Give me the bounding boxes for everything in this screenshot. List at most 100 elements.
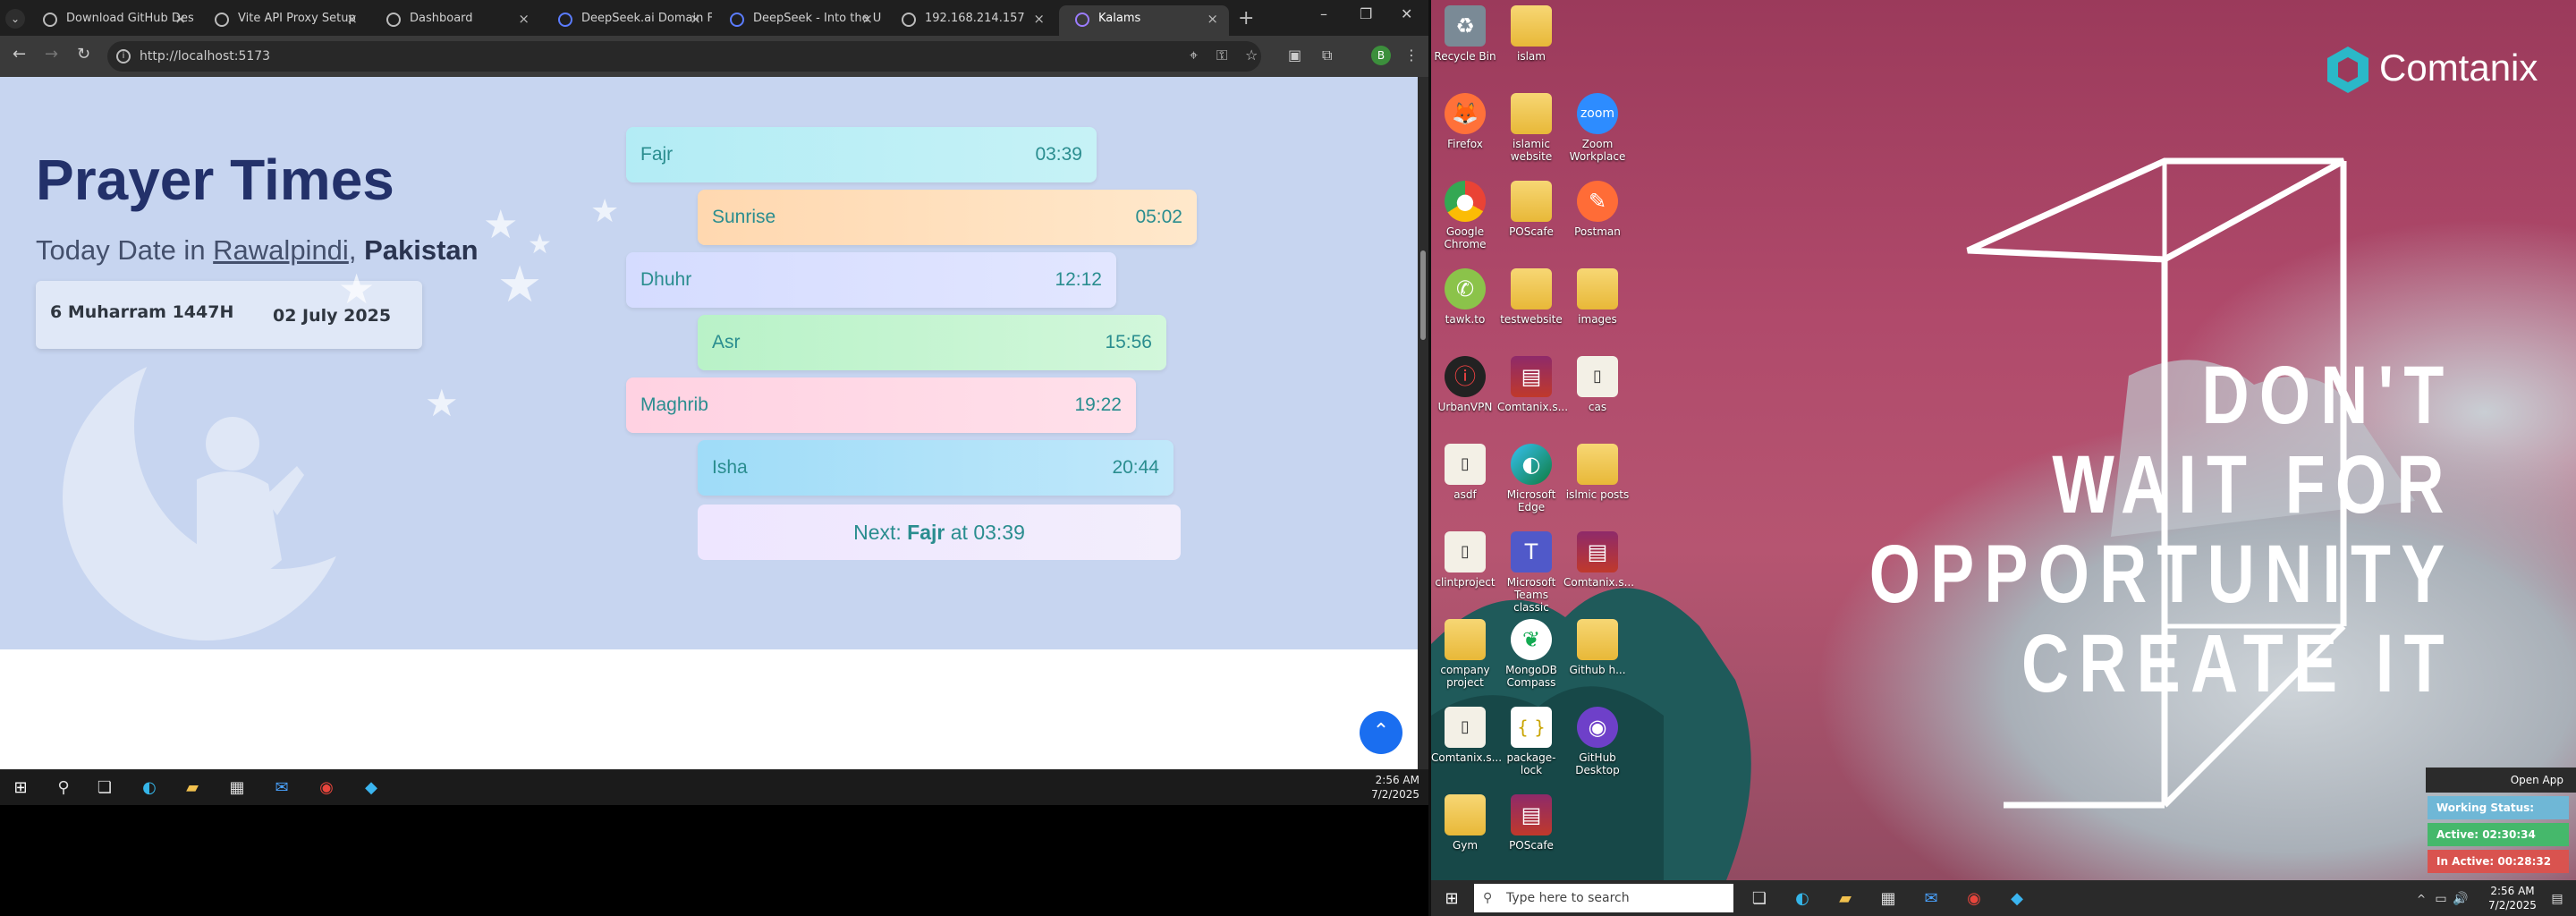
desktop-icon-tawkto[interactable]: ✆ tawk.to (1431, 268, 1499, 326)
toolbar: ← → ↻ i http://localhost:5173 ⌖ ⚿ ☆ ▣ ⧉ … (0, 36, 1428, 77)
search-icon[interactable]: ⚲ (54, 778, 73, 798)
desktop-icon-islmic-posts[interactable]: islmic posts (1563, 444, 1631, 501)
scrollbar-thumb[interactable] (1420, 250, 1426, 340)
close-tab-icon[interactable]: × (174, 5, 186, 32)
close-window-icon[interactable]: ✕ (1401, 5, 1412, 22)
task-view-icon[interactable]: ❏ (95, 778, 114, 798)
notifications-icon[interactable]: ▤ (2547, 889, 2567, 909)
vscode-icon[interactable]: ◆ (361, 778, 381, 798)
desktop-icon-zoom[interactable]: zoom Zoom Workplace (1563, 93, 1631, 163)
icon-label: cas (1588, 401, 1607, 413)
windows-start-icon[interactable]: ⊞ (1442, 889, 1462, 909)
tab-deepseek-domain[interactable]: DeepSeek.ai Domain F × (542, 5, 712, 32)
taskbar-clock[interactable]: 2:56 AM 7/2/2025 (1371, 773, 1419, 802)
desktop-icon-comtanix-archive-2[interactable]: ▤ Comtanix.s... (1563, 531, 1634, 589)
task-view-icon[interactable]: ❏ (1750, 889, 1769, 909)
bookmark-star-icon[interactable]: ☆ (1245, 47, 1258, 64)
new-tab-button[interactable]: + (1238, 7, 1254, 30)
file-explorer-icon[interactable]: ▰ (1835, 889, 1855, 909)
prayer-time: 05:02 (1135, 207, 1182, 227)
desktop-icon-github-desktop[interactable]: ◉ GitHub Desktop (1563, 707, 1631, 776)
tab-search-button[interactable]: ⌄ (5, 9, 25, 29)
icon-label: GitHub Desktop (1575, 751, 1620, 776)
vscode-icon[interactable]: ◆ (2007, 889, 2027, 909)
reload-icon[interactable]: ↻ (77, 45, 90, 64)
desktop-icon-package-lock[interactable]: { } package-lock (1497, 707, 1565, 776)
desktop-icon-urbanvpn[interactable]: ⓘ UrbanVPN (1431, 356, 1499, 413)
store-icon[interactable]: ▦ (1878, 889, 1898, 909)
folder-icon (1577, 444, 1618, 485)
minimize-icon[interactable]: – (1320, 5, 1327, 22)
city-link[interactable]: Rawalpindi (213, 234, 349, 266)
desktop-icon-comtanix-file[interactable]: ▯ Comtanix.s... (1431, 707, 1502, 764)
tab-deepseek[interactable]: DeepSeek - Into the U × (714, 5, 884, 32)
taskbar-clock[interactable]: 2:56 AM 7/2/2025 (2487, 884, 2538, 912)
next-mid: at (945, 521, 974, 544)
desktop-icon-cas[interactable]: ▯ cas (1563, 356, 1631, 413)
extension-icon[interactable]: ▣ (1288, 47, 1301, 64)
clock-time: 2:56 AM (2490, 885, 2535, 897)
desktop-icon-recycle-bin[interactable]: ♻ Recycle Bin (1431, 5, 1499, 63)
location-icon[interactable]: ⌖ (1190, 47, 1198, 64)
chrome-icon[interactable]: ◉ (1964, 889, 1984, 909)
open-app-button[interactable]: Open App (2426, 768, 2576, 793)
desktop-icon-edge[interactable]: ◐ Microsoft Edge (1497, 444, 1565, 513)
store-icon[interactable]: ▦ (227, 778, 247, 798)
close-tab-icon[interactable]: × (346, 5, 358, 32)
address-bar[interactable]: i http://localhost:5173 (107, 41, 1261, 72)
prayer-time: 03:39 (1035, 144, 1082, 165)
taskbar-search-box[interactable]: ⚲ Type here to search (1474, 884, 1733, 912)
close-tab-icon[interactable]: × (861, 5, 873, 32)
desktop-icon-islamic-website[interactable]: islamic website (1497, 93, 1565, 163)
network-icon[interactable]: ▭ (2431, 889, 2451, 909)
desktop-icon-islam[interactable]: islam (1497, 5, 1565, 63)
desktop-icon-postman[interactable]: ✎ Postman (1563, 181, 1631, 238)
desktop-icon-firefox[interactable]: 🦊 Firefox (1431, 93, 1499, 150)
close-tab-icon[interactable]: × (518, 5, 530, 32)
maximize-icon[interactable]: ❐ (1360, 5, 1372, 22)
back-icon[interactable]: ← (13, 45, 26, 64)
tab-dashboard[interactable]: Dashboard × (370, 5, 540, 32)
desktop-icon-clintproject[interactable]: ▯ clintproject (1431, 531, 1499, 589)
desktop-icon-company-project[interactable]: company project (1431, 619, 1499, 689)
next-prayer-name: Fajr (907, 521, 945, 544)
desktop-icon-comtanix-archive-1[interactable]: ▤ Comtanix.s... (1497, 356, 1568, 413)
file-explorer-icon[interactable]: ▰ (182, 778, 202, 798)
close-tab-icon[interactable]: × (1033, 5, 1045, 32)
desktop-icon-asdf[interactable]: ▯ asdf (1431, 444, 1499, 501)
page-scrollbar[interactable] (1418, 77, 1428, 769)
close-tab-icon[interactable]: × (1207, 5, 1218, 32)
desktop-icon-gym[interactable]: Gym (1431, 794, 1499, 852)
close-tab-icon[interactable]: × (690, 5, 701, 32)
desktop-icon-poscafe[interactable]: POScafe (1497, 181, 1565, 238)
desktop-icon-images[interactable]: images (1563, 268, 1631, 326)
tab-download-github[interactable]: Download GitHub Des × (27, 5, 197, 32)
profile-avatar[interactable]: B (1371, 46, 1391, 65)
desktop-icon-poscafe-archive[interactable]: ▤ POScafe (1497, 794, 1565, 852)
site-info-icon[interactable]: i (116, 49, 131, 64)
extensions-puzzle-icon[interactable]: ⧉ (1322, 47, 1332, 64)
desktop-icon-teams[interactable]: T Microsoft Teams classic (1497, 531, 1565, 614)
edge-icon[interactable]: ◐ (1792, 889, 1812, 909)
desktop-icon-testwebsite[interactable]: testwebsite (1497, 268, 1565, 326)
desktop-icon-chrome[interactable]: ● Google Chrome (1431, 181, 1499, 250)
windows-start-icon[interactable]: ⊞ (11, 778, 30, 798)
volume-icon[interactable]: 🔊 (2451, 889, 2470, 909)
menu-kebab-icon[interactable]: ⋮ (1404, 47, 1419, 64)
tab-ip-address[interactable]: 192.168.214.157 × (886, 5, 1055, 32)
password-key-icon[interactable]: ⚿ (1216, 47, 1227, 64)
edge-icon[interactable]: ◐ (140, 778, 159, 798)
desktop-icon-mongodb-compass[interactable]: ❦ MongoDB Compass (1497, 619, 1565, 689)
chrome-icon: ● (1445, 181, 1486, 222)
next-prefix: Next: (853, 521, 908, 544)
tab-vite-proxy[interactable]: Vite API Proxy Setup × (199, 5, 369, 32)
desktop-icon-github-folder[interactable]: Github h... (1563, 619, 1631, 676)
chrome-icon[interactable]: ◉ (317, 778, 336, 798)
mail-icon[interactable]: ✉ (1921, 889, 1941, 909)
tray-chevron-icon[interactable]: ^ (2411, 889, 2431, 909)
mail-icon[interactable]: ✉ (272, 778, 292, 798)
page-title: Prayer Times (36, 148, 394, 212)
tab-kalams[interactable]: Kalams × (1059, 5, 1229, 36)
forward-icon[interactable]: → (45, 45, 58, 64)
scroll-to-top-button[interactable]: ⌃ (1360, 711, 1402, 754)
